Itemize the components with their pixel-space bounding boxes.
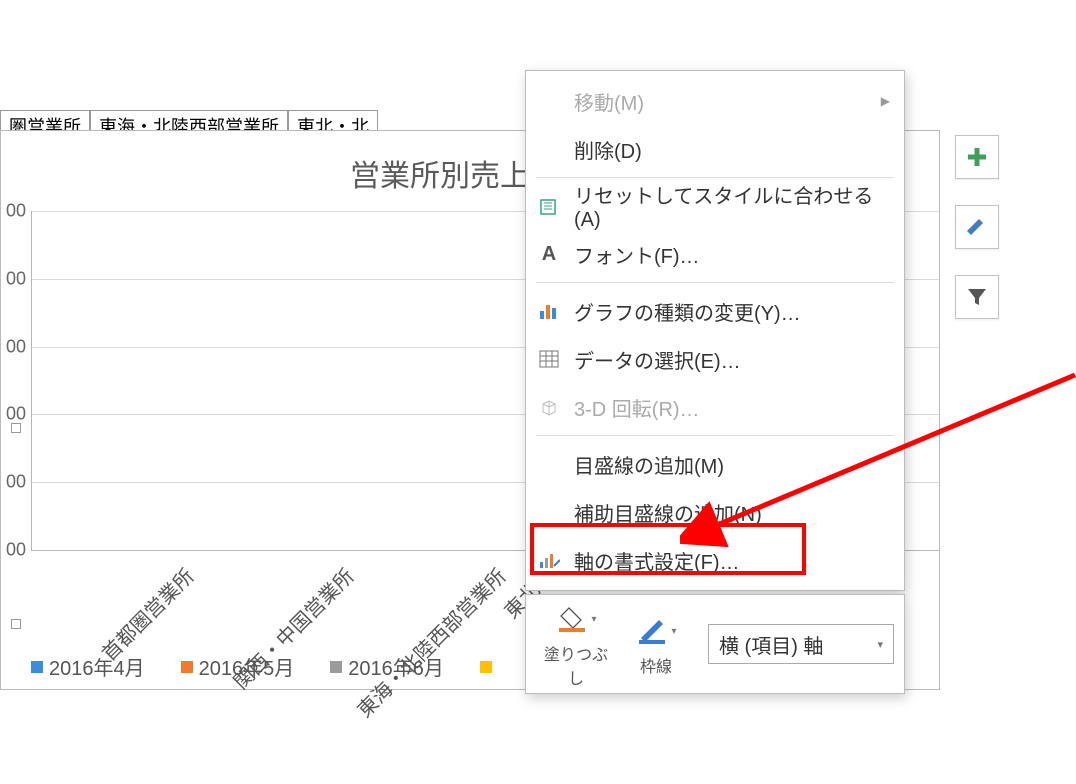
menu-delete[interactable]: 削除(D) bbox=[526, 125, 904, 173]
plus-icon bbox=[965, 145, 989, 169]
y-tick: 00 bbox=[6, 404, 26, 425]
menu-move[interactable]: 移動(M) ▶ bbox=[526, 77, 904, 125]
blank-icon bbox=[536, 499, 562, 525]
y-tick: 00 bbox=[6, 201, 26, 222]
chart-elements-button[interactable] bbox=[955, 135, 999, 179]
reset-icon bbox=[536, 193, 562, 219]
menu-font[interactable]: A フォント(F)… bbox=[526, 230, 904, 278]
y-tick: 00 bbox=[6, 336, 26, 357]
menu-select-data[interactable]: データの選択(E)… bbox=[526, 335, 904, 383]
menu-reset-style[interactable]: リセットしてスタイルに合わせる(A) bbox=[526, 182, 904, 230]
menu-3d-rotation[interactable]: 3-D 回転(R)… bbox=[526, 383, 904, 431]
menu-add-minor-gridlines[interactable]: 補助目盛線の追加(N) bbox=[526, 488, 904, 536]
menu-label: 軸の書式設定(F)… bbox=[574, 546, 740, 575]
menu-label: 目盛線の追加(M) bbox=[574, 450, 724, 479]
legend-item[interactable]: 2016年5月 bbox=[181, 652, 295, 681]
menu-label: 削除(D) bbox=[574, 135, 642, 164]
cube-icon bbox=[536, 394, 562, 420]
context-menu: 移動(M) ▶ 削除(D) リセットしてスタイルに合わせる(A) A フォント(… bbox=[525, 70, 905, 591]
funnel-icon bbox=[965, 285, 989, 309]
chart-styles-button[interactable] bbox=[955, 205, 999, 249]
blank-icon bbox=[536, 136, 562, 162]
tool-label: 枠線 bbox=[616, 653, 696, 677]
y-tick: 00 bbox=[6, 268, 26, 289]
chevron-right-icon: ▶ bbox=[881, 94, 890, 108]
legend-label: 2016年6月 bbox=[348, 652, 444, 681]
chart-filters-button[interactable] bbox=[955, 275, 999, 319]
legend-item[interactable]: 2016年4月 bbox=[31, 652, 145, 681]
selection-handle[interactable] bbox=[11, 619, 21, 629]
grid-icon bbox=[536, 346, 562, 372]
pen-icon: ▾ bbox=[616, 611, 696, 651]
blank-icon bbox=[536, 451, 562, 477]
fill-button[interactable]: ▾ 塗りつぶし bbox=[536, 599, 616, 689]
menu-label: データの選択(E)… bbox=[574, 345, 741, 374]
y-tick: 00 bbox=[6, 472, 26, 493]
menu-add-gridlines[interactable]: 目盛線の追加(M) bbox=[526, 440, 904, 488]
brush-icon bbox=[965, 215, 989, 239]
menu-label: 補助目盛線の追加(N) bbox=[574, 498, 762, 527]
chart-icon bbox=[536, 298, 562, 324]
mini-toolbar: ▾ 塗りつぶし ▾ 枠線 横 (項目) 軸 ▾ bbox=[525, 594, 905, 694]
legend-item[interactable]: 2016年6月 bbox=[330, 652, 444, 681]
font-icon: A bbox=[536, 241, 562, 267]
chart-legend[interactable]: 2016年4月 2016年5月 2016年6月 bbox=[31, 652, 492, 681]
legend-item[interactable] bbox=[480, 652, 492, 681]
menu-label: リセットしてスタイルに合わせる(A) bbox=[574, 180, 890, 232]
legend-label: 2016年5月 bbox=[199, 652, 295, 681]
legend-swatch bbox=[480, 661, 492, 673]
outline-button[interactable]: ▾ 枠線 bbox=[616, 611, 696, 677]
y-tick: 00 bbox=[6, 540, 26, 561]
legend-swatch bbox=[330, 661, 342, 673]
bucket-icon: ▾ bbox=[536, 599, 616, 639]
blank-icon bbox=[536, 88, 562, 114]
menu-format-axis[interactable]: 軸の書式設定(F)… bbox=[526, 536, 904, 584]
legend-swatch bbox=[31, 661, 43, 673]
legend-label: 2016年4月 bbox=[49, 652, 145, 681]
menu-label: フォント(F)… bbox=[574, 240, 700, 269]
legend-swatch bbox=[181, 661, 193, 673]
x-axis-label[interactable]: 首都圏営業所 bbox=[94, 561, 199, 666]
menu-change-chart-type[interactable]: グラフの種類の変更(Y)… bbox=[526, 287, 904, 335]
menu-label: グラフの種類の変更(Y)… bbox=[574, 297, 801, 326]
x-axis-label[interactable]: 東海・北陸西部営業所 bbox=[350, 561, 512, 723]
menu-label: 3-D 回転(R)… bbox=[574, 393, 700, 422]
axis-selector-dropdown[interactable]: 横 (項目) 軸 ▾ bbox=[708, 624, 894, 664]
chevron-down-icon: ▾ bbox=[877, 638, 883, 651]
menu-label: 移動(M) bbox=[574, 87, 644, 116]
dropdown-label: 横 (項目) 軸 bbox=[719, 630, 823, 659]
format-axis-icon bbox=[536, 547, 562, 573]
tool-label: 塗りつぶし bbox=[536, 641, 616, 689]
